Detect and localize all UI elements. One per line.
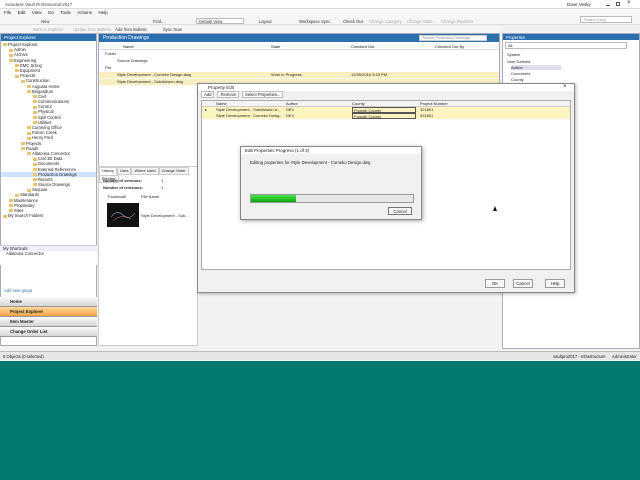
dialog-title: Property Edit [198, 84, 574, 91]
prop-group-system[interactable]: System [507, 52, 520, 57]
new-button[interactable]: New [38, 18, 52, 24]
progress-title: Edit Properties Progress (1 of 2) [241, 147, 421, 154]
revisions-value: 1 [161, 185, 164, 190]
maximize-icon[interactable] [616, 2, 620, 6]
tab-where-used[interactable]: Where Used [131, 167, 159, 175]
mouse-cursor-icon [493, 206, 497, 211]
menu-actions[interactable]: Actions [77, 9, 92, 15]
add-button[interactable]: Add [201, 91, 215, 98]
history-file[interactable]: Style Development - Sub... [141, 213, 189, 218]
progress-message: Editing properties for Style Development… [250, 160, 371, 165]
tab-change-order[interactable]: Change Order [158, 167, 189, 175]
table-row[interactable]: Style Development - Comeko Desig... DEV … [202, 113, 570, 119]
change-revision-button[interactable]: Change Revision [438, 18, 476, 24]
prop-group-user-defined[interactable]: User Defined [507, 59, 530, 64]
revisions-label: Number of revisions: [103, 185, 144, 190]
layout-button[interactable]: Layout [256, 18, 275, 24]
dialog-toolbar: Add Remove Select Properties... [201, 91, 286, 99]
nav-item-master[interactable]: Item Master [0, 317, 97, 327]
list-item[interactable]: Source Drawings [99, 58, 499, 64]
status-server: vaultpro2017 - Infrastructure [553, 354, 606, 359]
find-button[interactable]: Find... [150, 18, 168, 24]
help-search-input[interactable]: Search Help [580, 16, 632, 23]
shortcut-item[interactable]: Allatoona Connector [0, 251, 97, 256]
ok-button[interactable]: OK [485, 279, 505, 288]
change-category-button[interactable]: Change Category [366, 18, 405, 24]
main-toolbar: New Find... Default View Layout Workspac… [0, 17, 640, 25]
workspace-sync-button[interactable]: Workspace Sync [296, 18, 333, 24]
secondary-toolbar: Back to Explorer Update from Bulletin Ad… [0, 25, 500, 32]
list-item[interactable]: Folder [99, 51, 499, 57]
menu-edit[interactable]: Edit [18, 9, 26, 15]
versions-label: Number of versions: [103, 178, 142, 183]
panel-title: Project Explorer [1, 34, 96, 41]
col-checked-out-by[interactable]: Checked Out By [435, 44, 464, 49]
folder-tree: Project Explorer Admin Archive Engineeri… [1, 41, 96, 218]
main-column-headers: Name State Checked Out Checked Out By [99, 44, 499, 50]
prop-county[interactable]: County [511, 77, 561, 82]
prop-author[interactable]: Author [511, 65, 561, 70]
tab-uses[interactable]: Uses [116, 167, 132, 175]
history-panel: History Uses Where Used Change OrderPreview… [98, 166, 198, 346]
window-title: Autodesk Vault Professional 2017 [5, 2, 73, 7]
list-item[interactable]: Style Development - Comeko Design.dwg Wo… [99, 72, 499, 78]
properties-title: Properties [503, 34, 639, 40]
close-icon[interactable]: × [627, 0, 631, 6]
user-name[interactable]: Dave Vesky [567, 2, 591, 7]
help-button[interactable]: Help [545, 279, 565, 288]
nav-change-order-list[interactable]: Change Order List [0, 327, 97, 337]
nav-buttons: Home Project Explorer Item Master Change… [0, 297, 97, 337]
menu-file[interactable]: File [4, 9, 11, 15]
nav-project-explorer[interactable]: Project Explorer [0, 307, 97, 317]
main-search-input[interactable]: Search Production Drawings [419, 35, 487, 41]
minimize-icon[interactable] [606, 2, 610, 6]
menu-bar: File Edit View Go Tools Actions Help [0, 9, 640, 17]
status-user: Administrator [612, 354, 637, 359]
add-group-link[interactable]: Add new group [4, 288, 32, 293]
col-state[interactable]: State [271, 44, 280, 49]
cancel-button[interactable]: Cancel [513, 279, 533, 288]
menu-tools[interactable]: Tools [60, 9, 71, 15]
file-name-header: File Name [141, 194, 160, 199]
thumbnail-header: Thumbnail [107, 194, 126, 199]
menu-view[interactable]: View [32, 9, 42, 15]
select-properties-button[interactable]: Select Properties... [242, 91, 284, 98]
tree-item[interactable]: My Search Folders [1, 213, 96, 218]
drawing-thumbnail [107, 203, 139, 227]
nav-home[interactable]: Home [0, 297, 97, 307]
tab-history[interactable]: History [99, 167, 117, 175]
status-bar: 0 Objects (0 selected) vaultpro2017 - In… [0, 351, 640, 360]
sync-now-button[interactable]: Sync Now [160, 26, 185, 32]
progress-fill [251, 195, 297, 202]
title-bar: Autodesk Vault Professional 2017 Dave Ve… [0, 0, 640, 9]
update-button[interactable]: Update from Bulletin [70, 26, 114, 32]
progress-bar [250, 194, 414, 203]
status-objects: 0 Objects (0 selected) [3, 354, 44, 359]
versions-value: 1 [161, 178, 164, 183]
change-state-button[interactable]: Change State [404, 18, 436, 24]
close-icon[interactable]: × [563, 84, 567, 90]
check-out-button[interactable]: Check Out [340, 18, 366, 24]
menu-help[interactable]: Help [98, 9, 107, 15]
progress-cancel-button[interactable]: Cancel [388, 207, 412, 215]
back-button[interactable]: Back to Explorer [30, 26, 67, 32]
add-from-bulletin-button[interactable]: Add from Bulletin [112, 26, 150, 32]
progress-dialog: Edit Properties Progress (1 of 2) Editin… [240, 146, 422, 220]
view-select[interactable]: Default View [196, 18, 244, 24]
shortcuts-panel: My Shortcuts Allatoona Connector [0, 245, 97, 265]
list-item[interactable]: File [99, 65, 499, 71]
menu-go[interactable]: Go [48, 9, 54, 15]
col-name[interactable]: Name [123, 44, 134, 49]
properties-filter-select[interactable]: All [505, 42, 627, 49]
remove-button[interactable]: Remove [217, 91, 240, 98]
prop-comments[interactable]: Comments [511, 71, 561, 76]
col-checked-out[interactable]: Checked Out [351, 44, 374, 49]
